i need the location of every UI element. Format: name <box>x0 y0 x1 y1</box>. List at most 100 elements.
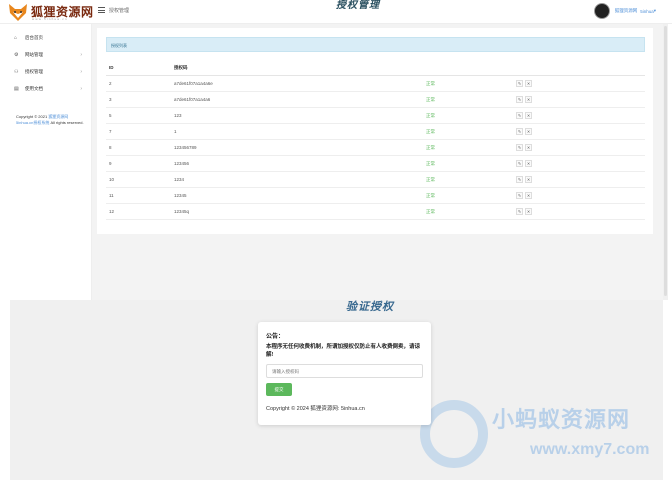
logo-subtext: www.5inhua.cn <box>32 17 68 21</box>
top-bar: 狐狸资源网 www.5inhua.cn 授权管理 授权管理 狐狸资源网 5inh… <box>0 0 672 24</box>
table-row: 10 1234 正常 ✎ ✕ <box>106 172 645 188</box>
chevron-right-icon: › <box>80 69 82 75</box>
watermark-text: 小蚂蚁资源网 <box>492 407 631 432</box>
row-auth-code: 1 <box>174 129 177 134</box>
user-name[interactable]: 狐狸资源网 <box>615 8 638 14</box>
row-status: 正常 <box>426 193 435 198</box>
sidebar-item-docs[interactable]: ▤ 使用文档 › <box>14 85 84 93</box>
avatar[interactable] <box>593 3 610 19</box>
chevron-down-icon[interactable]: ▾ <box>654 8 656 14</box>
table-row: 11 12345 正常 ✎ ✕ <box>106 188 645 204</box>
table-row: 3 a7de61f07a1a4a6 正常 ✎ ✕ <box>106 92 645 108</box>
sidebar: ⌂ 后台首页 ⚙ 网站管理 › ⚇ 授权管理 › ▤ 使用文档 › Copyri… <box>0 24 92 300</box>
row-status: 正常 <box>426 129 435 134</box>
chevron-right-icon: › <box>80 86 82 92</box>
row-id: 12 <box>109 209 115 214</box>
row-status: 正常 <box>426 177 435 182</box>
sidebar-item-label: 网站管理 <box>25 52 43 57</box>
watermark-url: www.xmy7.com <box>530 441 650 458</box>
row-status: 正常 <box>426 97 435 102</box>
row-actions: ✎ ✕ <box>516 192 532 199</box>
row-auth-code: 123456789 <box>174 145 197 150</box>
notice-card: 公告： 本程序无任何收费机制，所谓加授权仅防止有人收费倒卖，请谅解! 提交 Co… <box>258 322 431 425</box>
edit-icon[interactable]: ✎ <box>516 208 523 215</box>
row-id: 7 <box>109 129 112 134</box>
row-id: 10 <box>109 177 115 182</box>
row-status: 正常 <box>426 161 435 166</box>
row-status: 正常 <box>426 81 435 86</box>
sidebar-item-auth[interactable]: ⚇ 授权管理 › <box>14 68 84 76</box>
table-row: 8 123456789 正常 ✎ ✕ <box>106 140 645 156</box>
row-auth-code: 123456 <box>174 161 190 166</box>
sidebar-item-label: 授权管理 <box>25 69 43 74</box>
edit-icon[interactable]: ✎ <box>516 176 523 183</box>
sidebar-item-label: 后台首页 <box>25 35 43 40</box>
chevron-right-icon: › <box>80 52 82 58</box>
edit-icon[interactable]: ✎ <box>516 96 523 103</box>
notice-copyright: Copyright © 2024 狐狸资源网: 5inhua.cn <box>266 406 365 412</box>
table-row: 5 123 正常 ✎ ✕ <box>106 108 645 124</box>
fox-logo-icon <box>9 4 27 21</box>
row-id: 3 <box>109 97 112 102</box>
edit-icon[interactable]: ✎ <box>516 80 523 87</box>
row-actions: ✎ ✕ <box>516 96 532 103</box>
site-logo[interactable]: 狐狸资源网 www.5inhua.cn <box>8 3 93 21</box>
auth-code-input[interactable] <box>266 364 423 378</box>
row-status: 正常 <box>426 145 435 150</box>
sidebar-item-site[interactable]: ⚙ 网站管理 › <box>14 51 84 59</box>
user-role[interactable]: 5inhua <box>640 9 654 14</box>
delete-icon[interactable]: ✕ <box>525 96 532 103</box>
breadcrumb: 授权管理 <box>109 8 130 14</box>
row-id: 11 <box>109 193 114 198</box>
delete-icon[interactable]: ✕ <box>525 128 532 135</box>
row-auth-code: a7de61f07a1a4a6 <box>174 97 211 102</box>
scrollbar-thumb[interactable] <box>664 26 667 296</box>
row-id: 2 <box>109 81 112 86</box>
sidebar-copyright: Copyright © 2021 狐狸资源网 5inhua.cn授权系统 All… <box>16 114 84 125</box>
row-actions: ✎ ✕ <box>516 80 532 87</box>
doc-icon: ▤ <box>14 86 19 92</box>
alert-text: 授权列表 <box>111 43 127 48</box>
home-icon: ⌂ <box>14 35 18 41</box>
row-auth-code: 1234 <box>174 177 185 182</box>
row-status: 正常 <box>426 113 435 118</box>
table-row: 7 1 正常 ✎ ✕ <box>106 124 645 140</box>
submit-button[interactable]: 提交 <box>266 383 292 396</box>
delete-icon[interactable]: ✕ <box>525 160 532 167</box>
row-id: 8 <box>109 145 112 150</box>
table-row: 2 a7de61f07a1a4a6e 正常 ✎ ✕ <box>106 76 645 92</box>
delete-icon[interactable]: ✕ <box>525 144 532 151</box>
scrollbar[interactable] <box>663 24 668 300</box>
edit-icon[interactable]: ✎ <box>516 112 523 119</box>
edit-icon[interactable]: ✎ <box>516 144 523 151</box>
table-header: ID 授权码 <box>106 60 645 76</box>
notice-body: 本程序无任何收费机制，所谓加授权仅防止有人收费倒卖，请谅解! <box>266 344 421 358</box>
delete-icon[interactable]: ✕ <box>525 176 532 183</box>
row-id: 5 <box>109 113 112 118</box>
users-icon: ⚇ <box>14 69 19 75</box>
row-status: 正常 <box>426 209 435 214</box>
delete-icon[interactable]: ✕ <box>525 208 532 215</box>
gear-icon: ⚙ <box>14 52 19 58</box>
row-actions: ✎ ✕ <box>516 160 532 167</box>
row-auth-code: a7de61f07a1a4a6e <box>174 81 213 86</box>
column-header-code: 授权码 <box>174 65 188 70</box>
delete-icon[interactable]: ✕ <box>525 112 532 119</box>
edit-icon[interactable]: ✎ <box>516 128 523 135</box>
edit-icon[interactable]: ✎ <box>516 192 523 199</box>
copyright-link-2[interactable]: 5inhua.cn授权系统 <box>16 120 49 125</box>
user-menu[interactable]: 狐狸资源网 5inhua ▾ <box>593 2 656 20</box>
delete-icon[interactable]: ✕ <box>525 80 532 87</box>
column-header-id: ID <box>109 65 114 70</box>
sidebar-item-home[interactable]: ⌂ 后台首页 <box>14 34 84 42</box>
menu-toggle-icon[interactable] <box>98 7 105 13</box>
sidebar-item-label: 使用文档 <box>25 86 43 91</box>
row-id: 9 <box>109 161 112 166</box>
list-alert: 授权列表 <box>106 37 645 52</box>
copyright-link[interactable]: 狐狸资源网 <box>48 114 68 119</box>
row-actions: ✎ ✕ <box>516 144 532 151</box>
edit-icon[interactable]: ✎ <box>516 160 523 167</box>
delete-icon[interactable]: ✕ <box>525 192 532 199</box>
row-actions: ✎ ✕ <box>516 112 532 119</box>
notice-title: 公告： <box>266 334 285 340</box>
